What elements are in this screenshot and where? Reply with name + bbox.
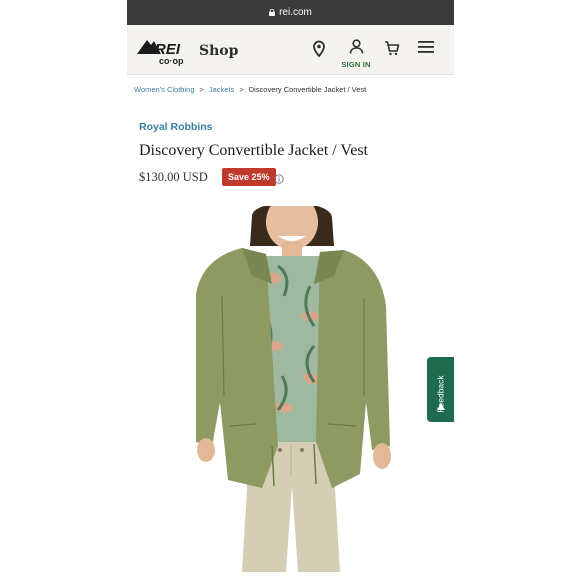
site-header: REI co·op Shop SIGN IN: [127, 25, 454, 75]
breadcrumb-separator: >: [239, 85, 244, 94]
info-icon[interactable]: [274, 171, 284, 189]
rei-logo[interactable]: REI co·op: [135, 34, 187, 68]
mobile-viewport: rei.com REI co·op Shop SIGN IN Women's C…: [127, 0, 454, 580]
hamburger-menu-icon[interactable]: [418, 40, 434, 59]
lock-icon: [269, 9, 276, 16]
feedback-tab[interactable]: Feedback: [427, 357, 454, 422]
product-brand-link[interactable]: Royal Robbins: [139, 121, 213, 133]
breadcrumb: Women's Clothing > Jackets > Discovery Conve…: [134, 85, 366, 94]
feedback-megaphone-icon: [436, 398, 446, 416]
store-locator-icon[interactable]: [312, 40, 326, 63]
breadcrumb-jackets[interactable]: Jackets: [209, 85, 234, 94]
product-price: $130.00 USD: [139, 170, 208, 184]
user-icon: [349, 39, 363, 54]
product-image[interactable]: [182, 206, 397, 572]
product-title: Discovery Convertible Jacket / Vest: [139, 142, 368, 159]
cart-icon[interactable]: [384, 40, 400, 61]
breadcrumb-separator: >: [199, 85, 204, 94]
url-text: rei.com: [279, 7, 312, 18]
sign-in-button[interactable]: SIGN IN: [338, 39, 374, 69]
browser-url-bar[interactable]: rei.com: [127, 0, 454, 25]
breadcrumb-womens-clothing[interactable]: Women's Clothing: [134, 85, 195, 94]
breadcrumb-current: Discovery Convertible Jacket / Vest: [248, 85, 367, 94]
sign-in-label: SIGN IN: [341, 60, 371, 69]
save-badge: Save 25%: [222, 168, 276, 186]
shop-menu-label[interactable]: Shop: [199, 43, 238, 59]
svg-text:co·op: co·op: [159, 56, 184, 66]
